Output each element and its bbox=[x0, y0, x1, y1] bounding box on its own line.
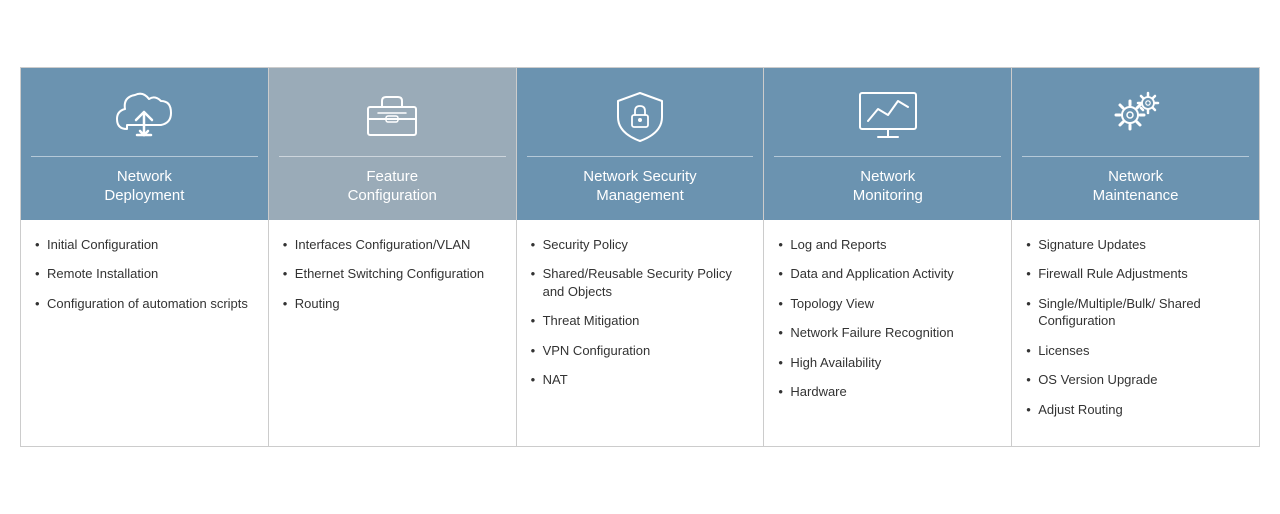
list-item: OS Version Upgrade bbox=[1026, 371, 1245, 389]
column-list-5: Signature Updates Firewall Rule Adjustme… bbox=[1026, 236, 1245, 419]
gear-icon bbox=[1101, 86, 1171, 146]
column-network-maintenance: NetworkMaintenance Signature Updates Fir… bbox=[1012, 68, 1259, 447]
list-item: Routing bbox=[283, 295, 502, 313]
column-title-4: NetworkMonitoring bbox=[774, 156, 1001, 206]
column-title-3: Network SecurityManagement bbox=[527, 156, 754, 206]
list-item: Interfaces Configuration/VLAN bbox=[283, 236, 502, 254]
column-body-1: Initial Configuration Remote Installatio… bbox=[21, 220, 268, 447]
list-item: Adjust Routing bbox=[1026, 401, 1245, 419]
list-item: Threat Mitigation bbox=[531, 312, 750, 330]
list-item: NAT bbox=[531, 371, 750, 389]
main-container: NetworkDeployment Initial Configuration … bbox=[20, 67, 1260, 448]
list-item: Shared/Reusable Security Policy and Obje… bbox=[531, 265, 750, 300]
column-body-4: Log and Reports Data and Application Act… bbox=[764, 220, 1011, 447]
list-item: Data and Application Activity bbox=[778, 265, 997, 283]
column-body-3: Security Policy Shared/Reusable Security… bbox=[517, 220, 764, 447]
list-item: Network Failure Recognition bbox=[778, 324, 997, 342]
column-network-deployment: NetworkDeployment Initial Configuration … bbox=[21, 68, 269, 447]
list-item: High Availability bbox=[778, 354, 997, 372]
column-title-5: NetworkMaintenance bbox=[1022, 156, 1249, 206]
list-item: Licenses bbox=[1026, 342, 1245, 360]
list-item: Topology View bbox=[778, 295, 997, 313]
column-list-1: Initial Configuration Remote Installatio… bbox=[35, 236, 254, 313]
shield-lock-icon bbox=[605, 86, 675, 146]
column-title-1: NetworkDeployment bbox=[31, 156, 258, 206]
list-item: Log and Reports bbox=[778, 236, 997, 254]
column-feature-configuration: FeatureConfiguration Interfaces Configur… bbox=[269, 68, 517, 447]
monitor-chart-icon bbox=[853, 86, 923, 146]
list-item: Hardware bbox=[778, 383, 997, 401]
column-header-5: NetworkMaintenance bbox=[1012, 68, 1259, 220]
list-item: Security Policy bbox=[531, 236, 750, 254]
column-network-security: Network SecurityManagement Security Poli… bbox=[517, 68, 765, 447]
list-item: Remote Installation bbox=[35, 265, 254, 283]
list-item: Ethernet Switching Configuration bbox=[283, 265, 502, 283]
column-header-3: Network SecurityManagement bbox=[517, 68, 764, 220]
list-item: Signature Updates bbox=[1026, 236, 1245, 254]
column-title-2: FeatureConfiguration bbox=[279, 156, 506, 206]
list-item: VPN Configuration bbox=[531, 342, 750, 360]
column-list-3: Security Policy Shared/Reusable Security… bbox=[531, 236, 750, 389]
column-header-1: NetworkDeployment bbox=[21, 68, 268, 220]
column-list-2: Interfaces Configuration/VLAN Ethernet S… bbox=[283, 236, 502, 313]
column-header-4: NetworkMonitoring bbox=[764, 68, 1011, 220]
list-item: Initial Configuration bbox=[35, 236, 254, 254]
column-network-monitoring: NetworkMonitoring Log and Reports Data a… bbox=[764, 68, 1012, 447]
column-header-2: FeatureConfiguration bbox=[269, 68, 516, 220]
column-body-2: Interfaces Configuration/VLAN Ethernet S… bbox=[269, 220, 516, 447]
column-list-4: Log and Reports Data and Application Act… bbox=[778, 236, 997, 401]
list-item: Configuration of automation scripts bbox=[35, 295, 254, 313]
cloud-upload-icon bbox=[109, 86, 179, 146]
column-body-5: Signature Updates Firewall Rule Adjustme… bbox=[1012, 220, 1259, 447]
list-item: Single/Multiple/Bulk/ Shared Configurati… bbox=[1026, 295, 1245, 330]
list-item: Firewall Rule Adjustments bbox=[1026, 265, 1245, 283]
toolbox-icon bbox=[357, 86, 427, 146]
